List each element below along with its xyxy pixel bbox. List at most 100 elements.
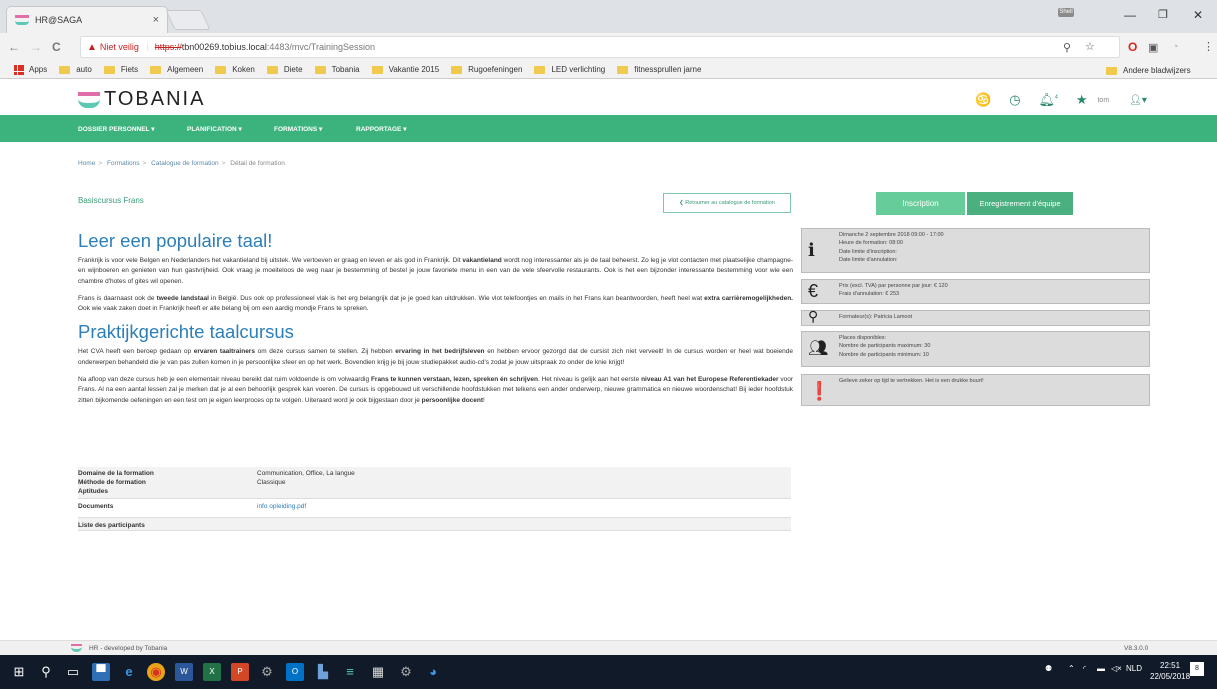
meta-row: Méthode de formation Classique [78,479,286,486]
extension-icon[interactable]: ◔ [1172,41,1179,53]
settings-icon[interactable]: ⚙ [258,663,276,681]
reload-button[interactable]: C [52,40,61,54]
bookmark-folder[interactable]: Rugoefeningen [451,65,522,74]
chrome-icon[interactable]: ◉ [147,663,165,681]
bookmark-folder[interactable]: Koken [215,65,255,74]
tray-chevron-icon[interactable]: ⌃ [1068,664,1075,673]
address-bar-row: ← → C ▲ Niet veilig | https:// tbn00269.… [0,33,1217,61]
url-input[interactable]: ▲ Niet veilig | https:// tbn00269.tobius… [80,36,1120,58]
nav-formations[interactable]: FORMATIONS ▾ [274,125,322,133]
bell-icon[interactable]: 🔔︎4 [1039,92,1058,108]
training-description: Leer een populaire taal! Frankrijk is vo… [78,230,793,413]
training-name: Basiscursus Frans [78,196,144,205]
nav-rapportage[interactable]: RAPPORTAGE ▾ [356,125,406,133]
breadcrumb-catalogue[interactable]: Catalogue de formation [151,160,219,167]
tray-battery-icon[interactable]: ▬ [1097,664,1105,673]
team-registration-button[interactable]: Enregistrement d'équipe [967,192,1073,215]
handshake-icon[interactable]: ♋ [975,92,991,108]
meta-row: Domaine de la formation Communication, Of… [78,470,355,477]
forward-button[interactable]: → [30,40,42,54]
folder-icon [534,65,546,74]
tobania-logo[interactable]: TOBANIA [78,88,205,111]
bookmark-folder[interactable]: Fiets [103,65,138,74]
language-indicator[interactable]: NLD [1126,664,1142,673]
tray-people-icon[interactable]: ⚉ [1045,664,1052,673]
security-label[interactable]: Niet veilig [100,42,139,52]
tray-network-icon[interactable]: ◜ [1083,664,1086,673]
file-explorer-icon[interactable]: ▀ [92,663,110,681]
document-link[interactable]: info opleiding.pdf [257,503,306,510]
exclamation-icon: ❗ [808,381,831,401]
tobania-app-icon[interactable]: ≡ [341,663,359,681]
star-icon[interactable]: ★ [1076,92,1088,108]
paragraph-4: Na afloop van deze cursus heb je een ele… [78,376,794,404]
inscription-button[interactable]: Inscription [876,192,965,215]
url-path: :4483/mvc/TrainingSession [266,42,376,52]
documents-row: Documents info opleiding.pdf [78,498,791,511]
places-info-box: 👥︎ Places disponibles: Nombre de partici… [801,331,1150,367]
header-icons: ♋ ◷ 🔔︎4 ★ tom 👤︎▾ [975,92,1147,108]
paragraph-3: Het CVA heeft een beroep gedaan op ervar… [78,348,793,366]
url-host: tbn00269.tobius.local [181,42,267,52]
breadcrumb-home[interactable]: Home [78,160,95,167]
edge-icon[interactable]: e [120,663,138,681]
clock-icon[interactable]: ◷ [1009,92,1020,108]
calculator-icon[interactable]: ▦ [369,663,387,681]
folder-icon [266,65,278,74]
windows-start-icon[interactable]: ⊞ [10,663,28,681]
bookmark-folder[interactable]: LED verlichting [534,65,605,74]
opera-extension-icon[interactable]: O [1128,40,1137,54]
back-button[interactable]: ← [8,40,20,54]
notification-center-icon[interactable]: 8 [1190,662,1204,676]
excel-icon[interactable]: X [203,663,221,681]
username[interactable]: tom [1097,97,1109,104]
menu-icon[interactable]: ⋮ [1203,40,1214,53]
taskbar-clock[interactable]: 22:51 22/05/2018 [1150,660,1190,682]
minimize-button[interactable]: — [1124,8,1136,22]
bookmark-folder[interactable]: Tobania [314,65,360,74]
participants-list-header[interactable]: Liste des participants [78,517,791,531]
bookmark-folder[interactable]: auto [59,65,92,74]
warning-icon: ▲ [87,41,97,53]
close-window-button[interactable]: ✕ [1193,8,1203,22]
back-to-catalogue-button[interactable]: ❮ Retourner au catalogue de formation [663,193,791,213]
app-icon[interactable]: ▙ [314,663,332,681]
maximize-button[interactable]: ❐ [1158,8,1168,21]
euro-icon: € [808,281,819,301]
tobania-favicon-icon [15,15,29,25]
extension-icon[interactable]: ▣ [1148,41,1158,54]
outlook-icon[interactable]: O [286,663,304,681]
meta-row: Aptitudes [78,488,108,495]
nav-planification[interactable]: PLANIFICATION ▾ [187,125,242,133]
heading-1: Leer een populaire taal! [78,230,273,251]
bookmark-apps[interactable]: Apps [14,64,47,75]
bookmark-folder[interactable]: Vakantie 2015 [371,65,439,74]
users-icon: 👥︎ [808,340,829,357]
nav-dossier-personnel[interactable]: DOSSIER PERSONNEL ▾ [78,125,154,133]
footer-text: HR - developed by Tobania [89,645,168,652]
breadcrumb: Home > Formations > Catalogue de formation… [78,160,285,167]
user-avatar-icon[interactable]: 👤︎▾ [1129,95,1147,106]
search-icon[interactable]: ⚲ [37,663,55,681]
bookmark-folder[interactable]: Algemeen [150,65,203,74]
new-tab-button[interactable] [165,10,211,30]
zoom-icon[interactable]: ⚲ [1063,41,1071,54]
folder-icon [1106,66,1117,75]
tray-volume-icon[interactable]: ◁× [1111,664,1122,673]
task-view-icon[interactable]: ▭ [64,663,82,681]
word-icon[interactable]: W [175,663,193,681]
bookmark-folder[interactable]: fitnessprullen jarne [617,65,701,74]
breadcrumb-formations[interactable]: Formations [107,160,140,167]
tab-close-icon[interactable]: × [153,14,159,26]
browser-tab[interactable]: HR@SAGA × [6,6,168,33]
powerpoint-icon[interactable]: P [231,663,249,681]
windows-taskbar: ⊞ ⚲ ▭ ▀ e ◉ W X P ⚙ O ▙ ≡ ▦ ⚙ ◕ ⚉ ⌃ ◜ ▬ … [0,655,1217,689]
settings-icon[interactable]: ⚙ [397,663,415,681]
skype-icon[interactable]: ◕ [424,663,442,681]
other-bookmarks[interactable]: Andere bladwijzers [1106,66,1191,75]
tab-title: HR@SAGA [35,15,83,25]
bookmark-star-icon[interactable]: ☆ [1085,40,1095,53]
divider: | [146,43,149,51]
bookmark-folder[interactable]: Diete [266,65,303,74]
profile-badge[interactable]: Shell [1058,8,1074,17]
